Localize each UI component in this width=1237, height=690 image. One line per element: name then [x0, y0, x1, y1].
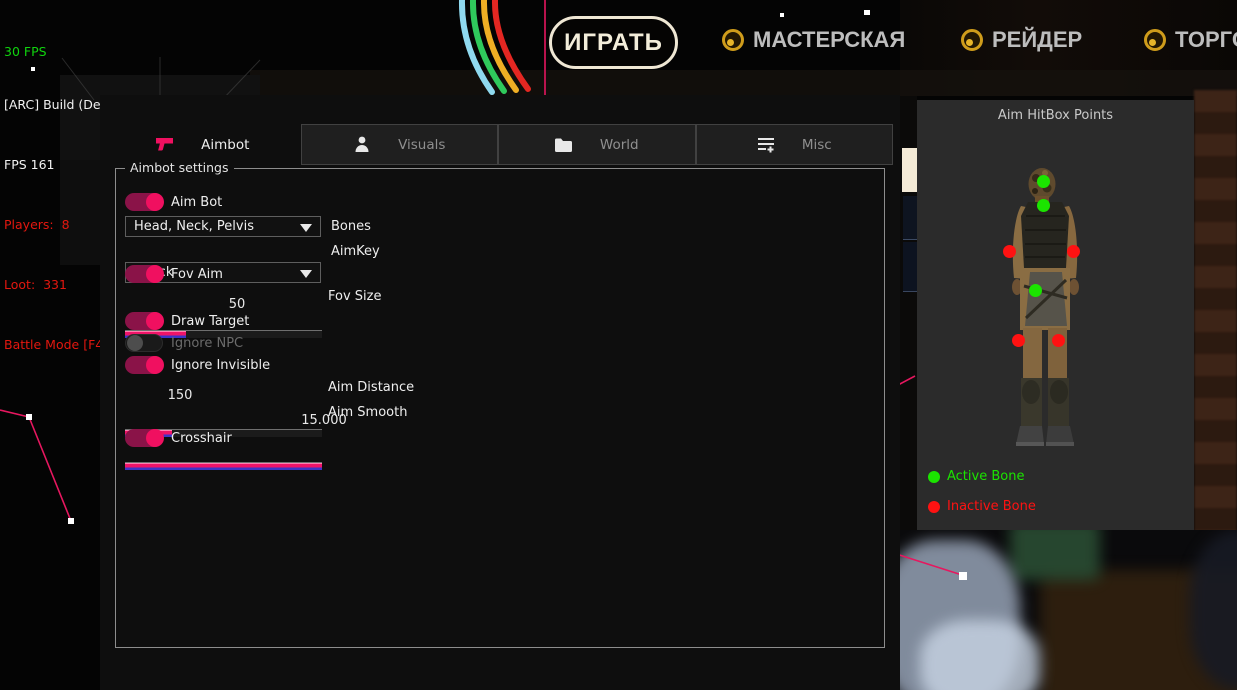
bones-dropdown-value: Head, Neck, Pelvis [134, 219, 254, 234]
crosshair-toggle[interactable] [125, 429, 163, 447]
group-title: Aimbot settings [125, 160, 234, 175]
pistol-icon [156, 136, 174, 154]
coin-icon [722, 29, 744, 51]
background-window [903, 242, 918, 292]
coin-icon [961, 29, 983, 51]
aim-smooth-label: Aim Smooth [328, 405, 407, 420]
bones-dropdown[interactable]: Head, Neck, Pelvis [125, 216, 321, 237]
person-icon [353, 136, 371, 154]
background-texture [1194, 90, 1237, 532]
legend-inactive-bone: Inactive Bone [928, 499, 1036, 514]
cheat-menu-window: Aimbot Visuals World Misc [100, 95, 900, 690]
coin-icon [1144, 29, 1166, 51]
aim-smooth-slider[interactable] [125, 462, 322, 470]
play-button[interactable]: ИГРАТЬ [549, 16, 678, 69]
tab-misc[interactable]: Misc [696, 124, 894, 165]
crosshair-label: Crosshair [171, 431, 232, 446]
folder-icon [555, 136, 573, 154]
hitbox-point-neck [1037, 199, 1050, 212]
draw-target-label: Draw Target [171, 314, 249, 329]
active-bone-dot-icon [928, 471, 940, 483]
background-band [250, 70, 1237, 96]
hitbox-point-pelvis [1029, 284, 1042, 297]
sliders-icon [757, 136, 775, 154]
tab-aimbot[interactable]: Aimbot [105, 124, 301, 165]
fov-aim-label: Fov Aim [171, 267, 223, 282]
nav-item-trader[interactable]: ТОРГО [1144, 27, 1237, 53]
legend-label: Active Bone [947, 469, 1024, 484]
background-poster [920, 620, 1040, 690]
draw-target-toggle[interactable] [125, 312, 163, 330]
toggle-knob [127, 335, 143, 351]
legend-active-bone: Active Bone [928, 469, 1024, 484]
toggle-knob [146, 312, 164, 330]
tab-bar: Aimbot Visuals World Misc [105, 124, 893, 165]
hitbox-point-right-shoulder [1067, 245, 1080, 258]
hitbox-point-head [1037, 175, 1050, 188]
nav-item-raider[interactable]: РЕЙДЕР [961, 27, 1082, 53]
background-window [903, 196, 918, 240]
tab-label: World [600, 137, 639, 153]
bones-label: Bones [331, 219, 371, 234]
fov-aim-toggle[interactable] [125, 265, 163, 283]
toggle-knob [146, 356, 164, 374]
hitbox-point-left-shoulder [1003, 245, 1016, 258]
aim-bot-label: Aim Bot [171, 195, 222, 210]
aim-distance-label: Aim Distance [328, 380, 414, 395]
game-screen: 30 FPS [ARC] Build (Dec 28 2025, 09:43:3… [0, 0, 1237, 690]
fov-size-label: Fov Size [328, 289, 381, 304]
fov-aim-row: Fov Aim [125, 265, 223, 283]
hitbox-point-left-thigh [1012, 334, 1025, 347]
aim-bot-toggle[interactable] [125, 193, 163, 211]
tab-label: Visuals [398, 137, 445, 153]
ignore-npc-row: Ignore NPC [125, 334, 243, 352]
tab-visuals[interactable]: Visuals [301, 124, 499, 165]
hitbox-panel-title: Aim HitBox Points [917, 108, 1194, 123]
nav-item-workshop[interactable]: МАСТЕРСКАЯ [722, 27, 905, 53]
slider-fill [125, 463, 322, 470]
hitbox-preview-panel: Aim HitBox Points [917, 100, 1194, 530]
chevron-down-icon [300, 270, 312, 278]
aim-bot-row: Aim Bot [125, 193, 222, 211]
neon-rainbow-sign [428, 0, 558, 96]
nav-item-label: ТОРГО [1175, 27, 1237, 53]
tab-label: Misc [802, 137, 832, 153]
legend-label: Inactive Bone [947, 499, 1036, 514]
tab-world[interactable]: World [498, 124, 696, 165]
ignore-invisible-label: Ignore Invisible [171, 358, 270, 373]
draw-target-row: Draw Target [125, 312, 249, 330]
hitbox-point-right-thigh [1052, 334, 1065, 347]
toggle-knob [146, 429, 164, 447]
inactive-bone-dot-icon [928, 501, 940, 513]
background-green-sign [1010, 530, 1100, 580]
ignore-invisible-toggle[interactable] [125, 356, 163, 374]
ignore-npc-label: Ignore NPC [171, 336, 243, 351]
aimkey-label: AimKey [331, 244, 380, 259]
toggle-knob [146, 193, 164, 211]
tab-label: Aimbot [201, 137, 249, 153]
toggle-knob [146, 265, 164, 283]
crosshair-row: Crosshair [125, 429, 232, 447]
nav-item-label: РЕЙДЕР [992, 27, 1082, 53]
nav-item-label: МАСТЕРСКАЯ [753, 27, 905, 53]
hud-fps-overlay: 30 FPS [4, 42, 232, 62]
chevron-down-icon [300, 224, 312, 232]
ignore-npc-toggle[interactable] [125, 334, 163, 352]
fov-size-value: 50 [222, 297, 252, 312]
aimbot-settings-group: Aimbot settings Aim Bot Head, Neck, Pelv… [115, 168, 885, 648]
ignore-invisible-row: Ignore Invisible [125, 356, 270, 374]
background-scene [890, 530, 1237, 690]
aim-distance-value: 150 [160, 388, 200, 403]
